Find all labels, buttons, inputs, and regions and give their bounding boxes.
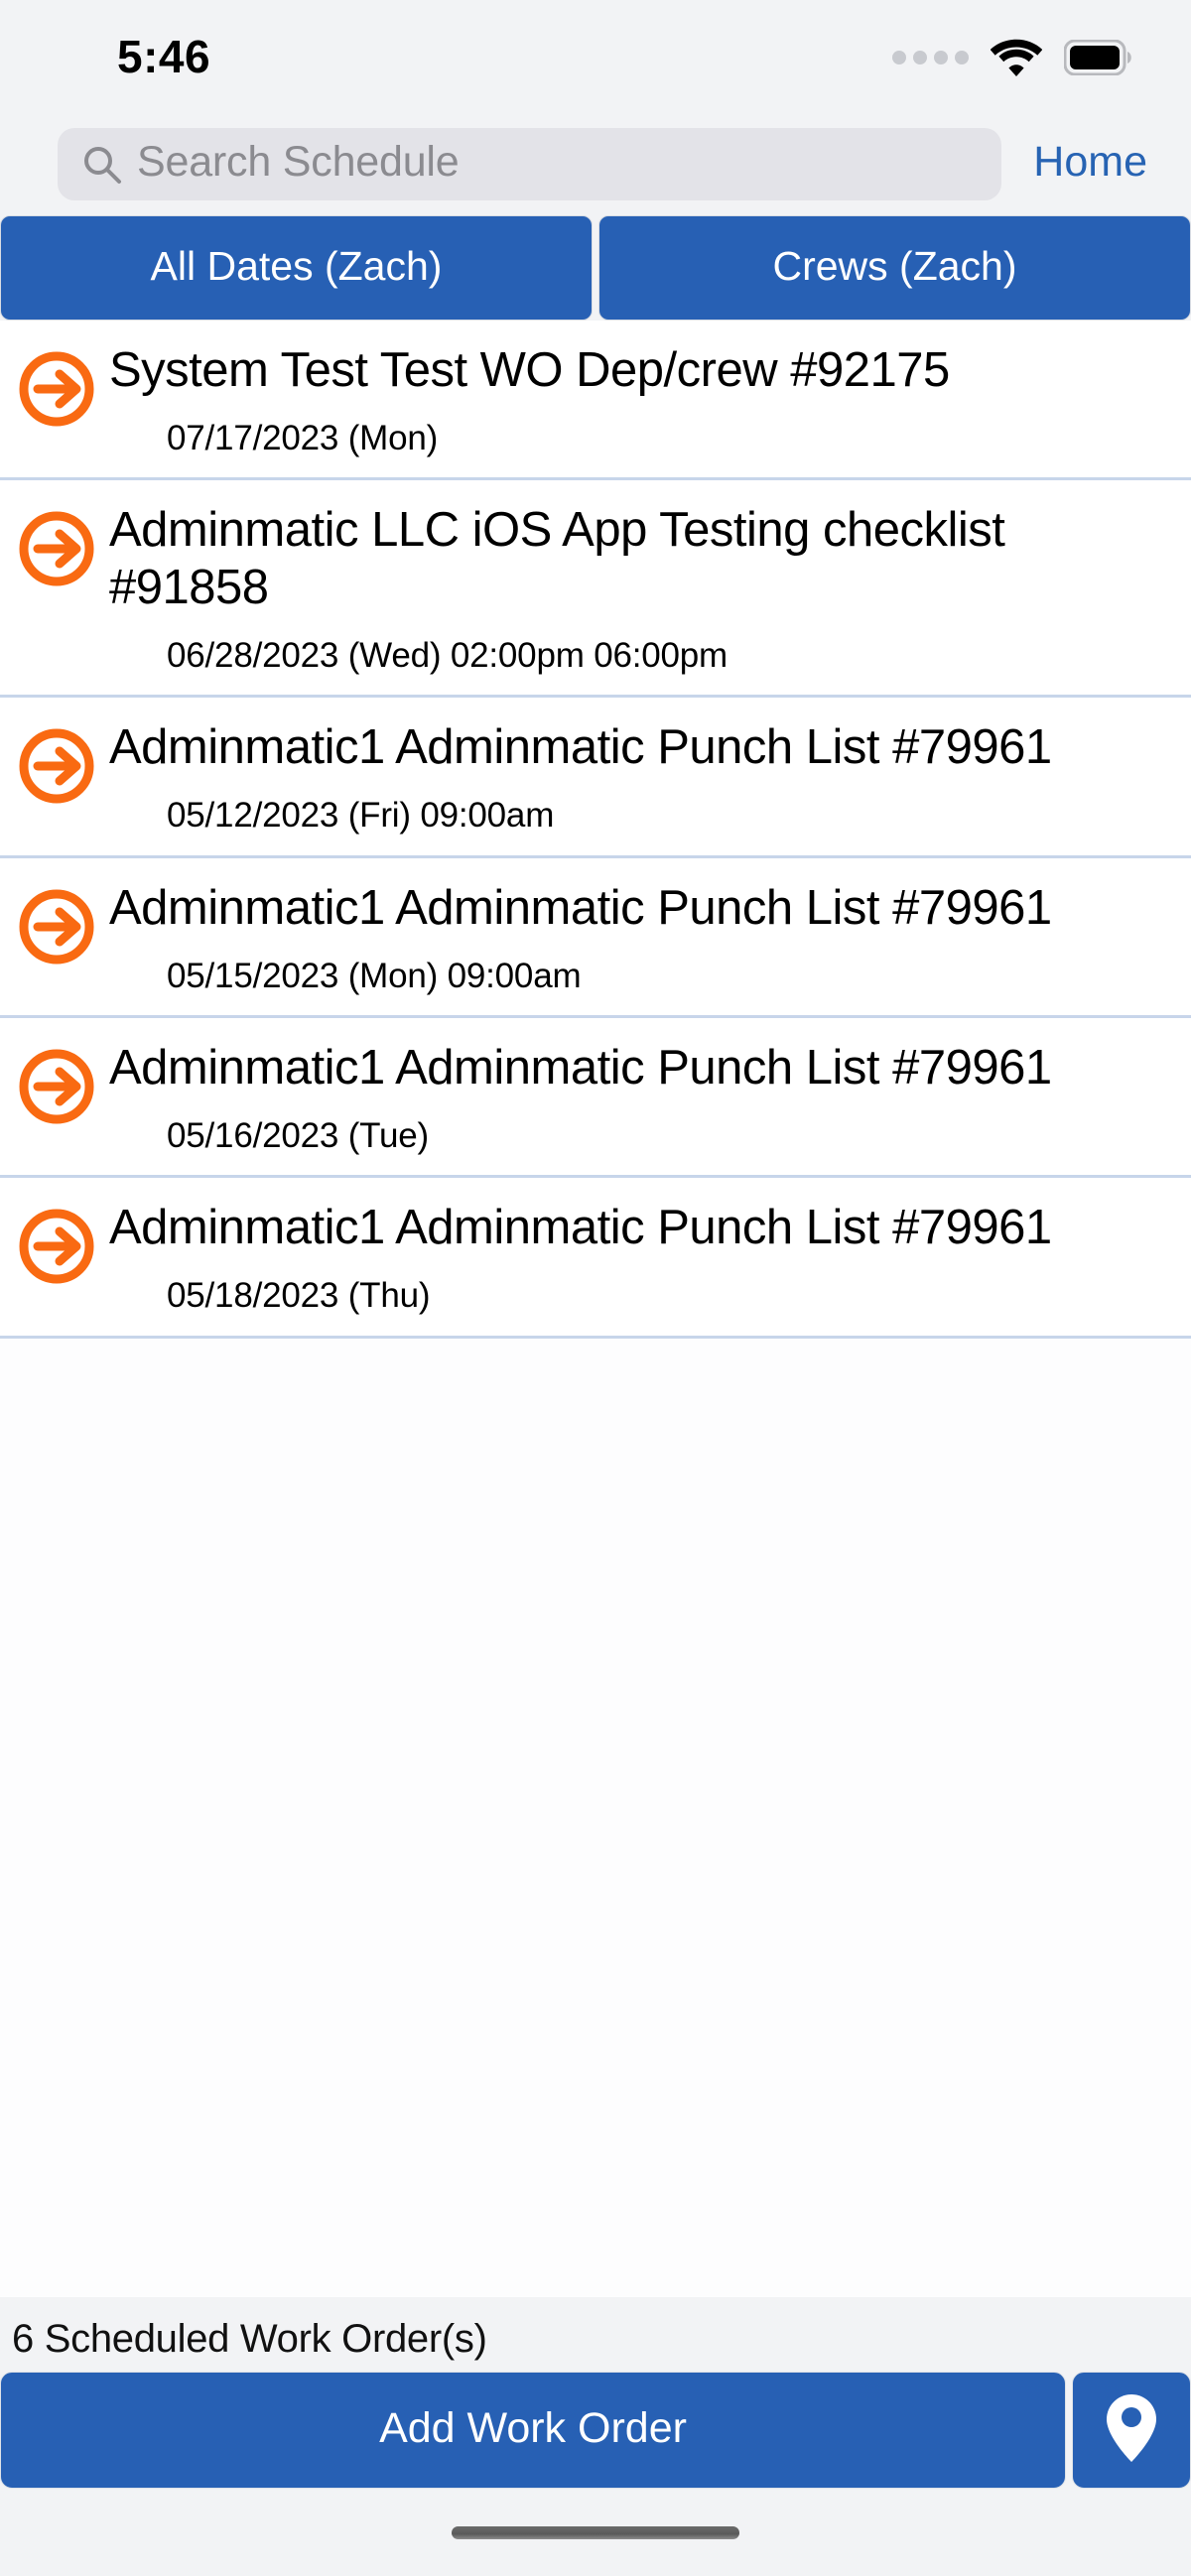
arrow-right-circle-icon xyxy=(18,502,109,592)
work-order-date: 05/18/2023 (Thu) xyxy=(167,1276,431,1316)
home-indicator-area xyxy=(0,2489,1191,2576)
work-order-title: Adminmatic1 Adminmatic Punch List #79961 xyxy=(109,880,1052,935)
footer-action-row: Add Work Order xyxy=(0,2372,1191,2489)
search-input[interactable]: Search Schedule xyxy=(58,128,1002,200)
arrow-right-circle-icon xyxy=(18,1200,109,1290)
home-indicator[interactable] xyxy=(452,2525,739,2539)
battery-icon xyxy=(1064,40,1133,75)
table-row[interactable]: Adminmatic1 Adminmatic Punch List #79961… xyxy=(0,857,1191,1019)
work-order-title: System Test Test WO Dep/crew #92175 xyxy=(109,343,950,397)
search-row: Search Schedule Home xyxy=(0,117,1191,211)
table-row[interactable]: Adminmatic1 Adminmatic Punch List #79961… xyxy=(0,698,1191,858)
table-row[interactable]: Adminmatic LLC iOS App Testing checklist… xyxy=(0,480,1191,699)
all-dates-filter-button[interactable]: All Dates (Zach) xyxy=(0,215,593,321)
work-order-date: 05/16/2023 (Tue) xyxy=(167,1115,430,1155)
work-order-details: System Test Test WO Dep/crew #92175 07/1… xyxy=(109,342,1173,457)
work-order-title: Adminmatic1 Adminmatic Punch List #79961 xyxy=(109,720,1052,775)
search-icon xyxy=(81,144,123,186)
work-order-details: Adminmatic1 Adminmatic Punch List #79961… xyxy=(109,1040,1173,1155)
table-row[interactable]: System Test Test WO Dep/crew #92175 07/1… xyxy=(0,321,1191,481)
footer-bar: 6 Scheduled Work Order(s) Add Work Order xyxy=(0,2297,1191,2576)
work-order-date: 07/17/2023 (Mon) xyxy=(167,418,439,457)
status-bar-indicators xyxy=(892,38,1133,79)
arrow-right-circle-icon xyxy=(18,880,109,970)
work-order-details: Adminmatic1 Adminmatic Punch List #79961… xyxy=(109,719,1173,835)
table-row[interactable]: Adminmatic1 Adminmatic Punch List #79961… xyxy=(0,1018,1191,1179)
list-empty-space xyxy=(0,1338,1191,1736)
work-order-details: Adminmatic1 Adminmatic Punch List #79961… xyxy=(109,1200,1173,1315)
work-order-list: System Test Test WO Dep/crew #92175 07/1… xyxy=(0,321,1191,2297)
status-bar: 5:46 xyxy=(0,0,1191,117)
crews-filter-button[interactable]: Crews (Zach) xyxy=(598,215,1191,321)
work-order-details: Adminmatic1 Adminmatic Punch List #79961… xyxy=(109,880,1173,995)
work-order-date: 05/15/2023 (Mon) 09:00am xyxy=(167,956,582,995)
arrow-right-circle-icon xyxy=(18,719,109,810)
work-order-title: Adminmatic1 Adminmatic Punch List #79961 xyxy=(109,1041,1052,1095)
work-order-date: 05/12/2023 (Fri) 09:00am xyxy=(167,796,555,836)
home-link[interactable]: Home xyxy=(1019,141,1169,188)
map-view-button[interactable] xyxy=(1072,2372,1191,2489)
work-order-details: Adminmatic LLC iOS App Testing checklist… xyxy=(109,502,1173,675)
search-placeholder: Search Schedule xyxy=(137,138,460,186)
filter-button-row: All Dates (Zach) Crews (Zach) xyxy=(0,211,1191,321)
status-bar-clock: 5:46 xyxy=(117,31,211,82)
map-pin-icon xyxy=(1104,2392,1159,2469)
cellular-signal-icon xyxy=(892,51,969,64)
wifi-icon xyxy=(991,38,1042,77)
add-work-order-button[interactable]: Add Work Order xyxy=(0,2372,1066,2489)
arrow-right-circle-icon xyxy=(18,1040,109,1130)
work-order-title: Adminmatic1 Adminmatic Punch List #79961 xyxy=(109,1201,1052,1255)
work-order-title: Adminmatic LLC iOS App Testing checklist… xyxy=(109,503,1031,615)
work-order-date: 06/28/2023 (Wed) 02:00pm 06:00pm xyxy=(167,635,728,675)
app-screen: 5:46 Search Schedule Home All Dates (Zac… xyxy=(0,0,1191,2576)
scheduled-count-label: 6 Scheduled Work Order(s) xyxy=(12,2317,487,2361)
table-row[interactable]: Adminmatic1 Adminmatic Punch List #79961… xyxy=(0,1178,1191,1339)
arrow-right-circle-icon xyxy=(18,342,109,433)
